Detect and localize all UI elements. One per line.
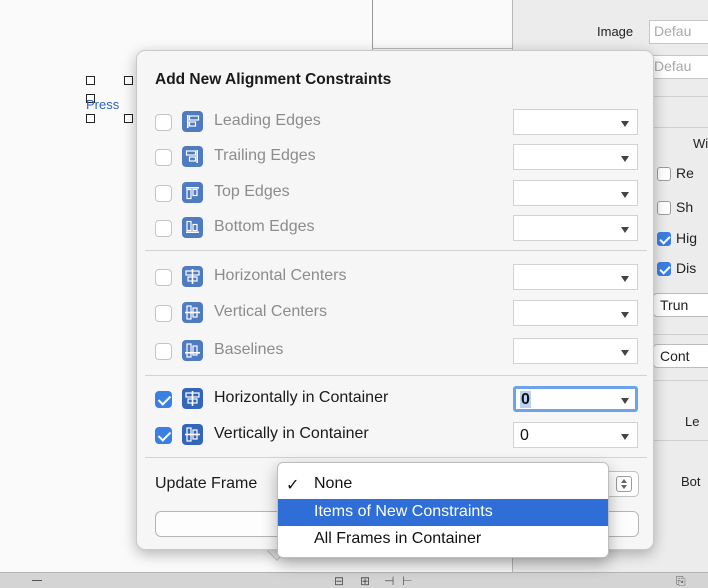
constraint-row-trailing-edges: Trailing Edges — [137, 142, 655, 172]
checkmark-icon: ✓ — [286, 477, 300, 494]
chevron-down-icon — [621, 276, 629, 282]
document-icon[interactable]: ⎘ — [676, 574, 686, 588]
horizontal-centers-checkbox[interactable] — [155, 269, 172, 286]
vertical-centers-checkbox[interactable] — [155, 305, 172, 322]
horizontally-in-container-offset-dropdown[interactable]: 0 — [513, 386, 638, 412]
horizontal-centers-label: Horizontal Centers — [214, 267, 347, 284]
resize-handle[interactable] — [124, 114, 133, 123]
constraint-row-vertically-in-container: Vertically in Container 0 — [137, 420, 655, 450]
vertically-in-container-icon — [182, 424, 203, 445]
baselines-icon — [182, 340, 203, 361]
menu-item-items-of-new-constraints[interactable]: Items of New Constraints — [278, 499, 608, 526]
canvas-bottom-bar: ⊟ ⊞ ⊣ ⊢ ⎘ — [0, 572, 708, 588]
update-frames-label: Update Frame — [155, 475, 258, 492]
trailing-edges-checkbox[interactable] — [155, 149, 172, 166]
highlighted-label: Hig — [676, 230, 698, 246]
vertically-in-container-offset-dropdown[interactable]: 0 — [513, 422, 638, 448]
guide-line — [372, 48, 512, 49]
separator — [145, 250, 647, 251]
leading-edges-offset-dropdown[interactable] — [513, 109, 638, 135]
disabled-checkbox[interactable] — [657, 262, 671, 276]
stepper-icon — [616, 476, 632, 492]
top-edges-label: Top Edges — [214, 183, 290, 200]
separator — [145, 375, 647, 376]
trailing-edges-label: Trailing Edges — [214, 147, 316, 164]
constraint-row-leading-edges: Leading Edges — [137, 107, 655, 137]
highlighted-checkbox[interactable] — [657, 232, 671, 246]
chevron-down-icon — [621, 227, 629, 233]
horizontally-in-container-label: Horizontally in Container — [214, 389, 389, 406]
vertical-centers-icon — [182, 302, 203, 323]
background-field[interactable]: Defau — [649, 55, 708, 79]
shows-checkbox[interactable] — [657, 201, 671, 215]
horizontal-centers-offset-dropdown[interactable] — [513, 264, 638, 290]
top-edges-checkbox[interactable] — [155, 185, 172, 202]
pin-icon[interactable]: ⊣ — [384, 574, 394, 588]
menu-item-label: None — [314, 475, 353, 492]
chevron-down-icon — [621, 350, 629, 356]
baselines-checkbox[interactable] — [155, 343, 172, 360]
zoom-out-icon[interactable] — [32, 580, 42, 581]
chevron-down-icon — [621, 398, 629, 404]
section-label: Wi — [693, 136, 708, 151]
vertical-centers-label: Vertical Centers — [214, 303, 327, 320]
top-edges-offset-dropdown[interactable] — [513, 180, 638, 206]
constraint-row-horizontal-centers: Horizontal Centers — [137, 262, 655, 292]
constraint-row-horizontally-in-container: Horizontally in Container 0 — [137, 384, 655, 414]
constraint-row-bottom-edges: Bottom Edges — [137, 213, 655, 243]
chevron-down-icon — [621, 312, 629, 318]
align-icon[interactable]: ⊞ — [360, 574, 370, 588]
chevron-down-icon — [621, 434, 629, 440]
constraint-row-vertical-centers: Vertical Centers — [137, 298, 655, 328]
baselines-label: Baselines — [214, 341, 284, 358]
trailing-edges-offset-dropdown[interactable] — [513, 144, 638, 170]
horizontal-centers-icon — [182, 266, 203, 287]
bottom-edges-checkbox[interactable] — [155, 220, 172, 237]
bottom-edges-label: Bottom Edges — [214, 218, 315, 235]
vertically-in-container-label: Vertically in Container — [214, 425, 369, 442]
menu-item-label: Items of New Constraints — [314, 503, 493, 520]
guide-line — [372, 0, 373, 50]
horizontally-in-container-checkbox[interactable] — [155, 391, 172, 408]
popover-title: Add New Alignment Constraints — [155, 71, 392, 88]
vertical-centers-offset-dropdown[interactable] — [513, 300, 638, 326]
layout-label: Le — [685, 414, 700, 429]
shows-label: Sh — [676, 199, 694, 215]
stack-icon[interactable]: ⊟ — [334, 574, 344, 588]
reverses-label: Re — [676, 165, 694, 181]
vertically-in-container-checkbox[interactable] — [155, 427, 172, 444]
line-break-popup[interactable]: Trun — [653, 293, 708, 317]
bottom-edges-icon — [182, 217, 203, 238]
menu-item-all-frames-in-container[interactable]: All Frames in Container — [278, 526, 608, 553]
baselines-offset-dropdown[interactable] — [513, 338, 638, 364]
leading-edges-icon — [182, 111, 203, 132]
chevron-down-icon — [621, 156, 629, 162]
resize-handle[interactable] — [124, 76, 133, 85]
resize-handle[interactable] — [86, 76, 95, 85]
bottom-edges-offset-dropdown[interactable] — [513, 215, 638, 241]
menu-item-none[interactable]: ✓ None — [278, 471, 608, 498]
chevron-down-icon — [621, 192, 629, 198]
constraint-row-baselines: Baselines — [137, 336, 655, 366]
reverses-checkbox[interactable] — [657, 167, 671, 181]
control-popup[interactable]: Cont — [653, 344, 708, 368]
top-edges-icon — [182, 182, 203, 203]
disabled-label: Dis — [676, 260, 697, 276]
trailing-edges-icon — [182, 146, 203, 167]
constraint-row-top-edges: Top Edges — [137, 178, 655, 208]
resolve-icon[interactable]: ⊢ — [402, 574, 412, 588]
image-label: Image — [597, 24, 634, 39]
resize-handle[interactable] — [86, 114, 95, 123]
leading-edges-checkbox[interactable] — [155, 114, 172, 131]
chevron-down-icon — [621, 121, 629, 127]
leading-edges-label: Leading Edges — [214, 112, 321, 129]
menu-item-label: All Frames in Container — [314, 530, 482, 547]
button-press[interactable]: Press — [86, 97, 119, 112]
bottom-label: Bot — [681, 474, 701, 489]
separator — [145, 457, 647, 458]
horizontally-in-container-icon — [182, 388, 203, 409]
image-field[interactable]: Defau — [649, 20, 708, 44]
update-frames-menu: ✓ None Items of New Constraints All Fram… — [277, 462, 609, 558]
